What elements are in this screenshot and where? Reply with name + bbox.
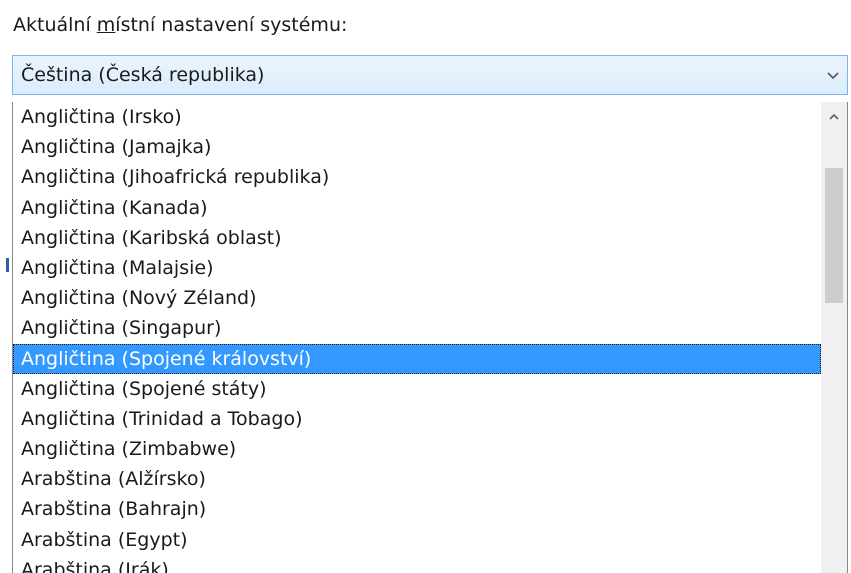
label-prefix: Aktuální [13, 14, 97, 36]
combobox-selected-value: Čeština (Česká republika) [21, 64, 265, 86]
list-item[interactable]: Arabština (Egypt) [13, 525, 821, 555]
list-item[interactable]: Arabština (Irák) [13, 555, 821, 573]
label-accelerator: m [96, 14, 116, 36]
locale-options: Angličtina (Irsko) Angličtina (Jamajka) An… [13, 102, 821, 573]
scrollbar-thumb[interactable] [825, 168, 843, 303]
system-locale-combobox[interactable]: Čeština (Česká republika) [12, 55, 848, 95]
list-item[interactable]: Angličtina (Karibská oblast) [13, 223, 821, 253]
locale-dropdown-list[interactable]: Angličtina (Irsko) Angličtina (Jamajka) An… [12, 102, 848, 573]
list-item[interactable]: Angličtina (Jamajka) [13, 132, 821, 162]
focus-marker [6, 258, 9, 272]
list-item[interactable]: Arabština (Bahrajn) [13, 494, 821, 524]
list-item[interactable]: Angličtina (Trinidad a Tobago) [13, 404, 821, 434]
list-item[interactable]: Angličtina (Singapur) [13, 313, 821, 343]
list-item-selected[interactable]: Angličtina (Spojené království) [13, 343, 821, 374]
list-item[interactable]: Angličtina (Nový Zéland) [13, 283, 821, 313]
chevron-down-icon[interactable] [823, 64, 843, 86]
list-item[interactable]: Angličtina (Spojené státy) [13, 374, 821, 404]
chevron-up-icon[interactable] [821, 102, 847, 132]
list-item[interactable]: Angličtina (Jihoafrická republika) [13, 162, 821, 192]
list-item[interactable]: Arabština (Alžírsko) [13, 464, 821, 494]
locale-settings-panel: Aktuální místní nastavení systému: Češti… [0, 0, 851, 573]
list-item[interactable]: Angličtina (Irsko) [13, 102, 821, 132]
label-suffix: ístní nastavení systému: [115, 14, 348, 36]
list-item[interactable]: Angličtina (Zimbabwe) [13, 434, 821, 464]
list-item[interactable]: Angličtina (Kanada) [13, 193, 821, 223]
list-item[interactable]: Angličtina (Malajsie) [13, 253, 821, 283]
vertical-scrollbar[interactable] [821, 102, 847, 573]
system-locale-label: Aktuální místní nastavení systému: [13, 14, 347, 36]
